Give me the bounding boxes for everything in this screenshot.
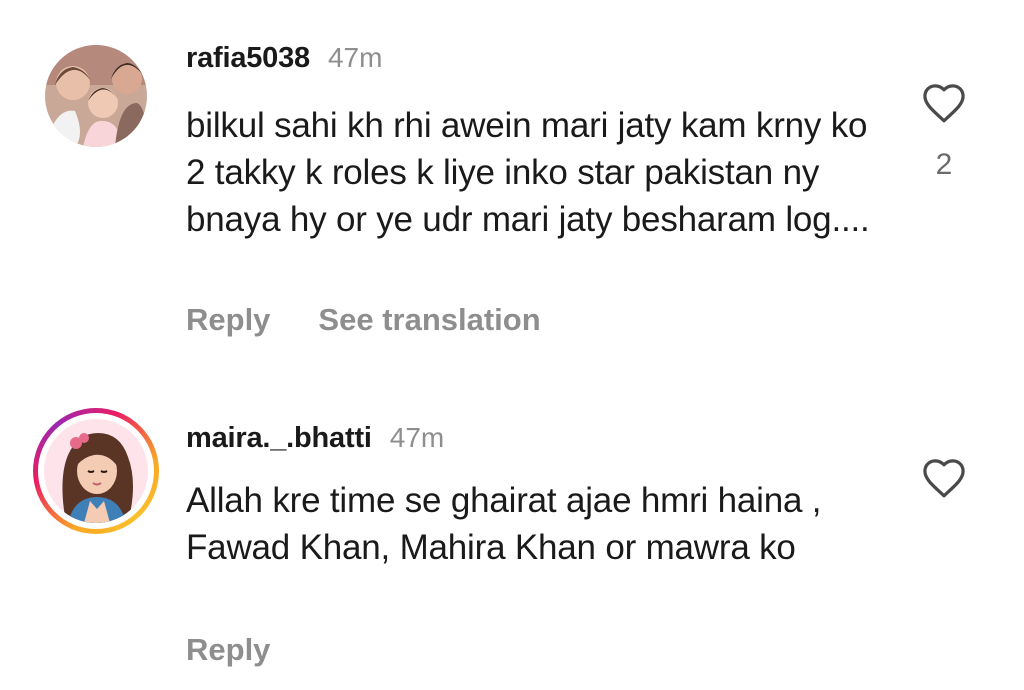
heart-outline-icon[interactable] <box>921 457 967 499</box>
comment-meta: maira._.bhatti 47m <box>186 422 444 455</box>
username[interactable]: rafia5038 <box>186 42 310 75</box>
comment-actions: Reply See translation <box>186 302 541 338</box>
timestamp: 47m <box>389 422 445 453</box>
comment-meta: rafia5038 47m <box>186 42 382 75</box>
heart-outline-icon[interactable] <box>921 82 967 124</box>
like-count: 2 <box>935 148 953 181</box>
reply-button[interactable]: Reply <box>186 632 270 668</box>
reply-button[interactable]: Reply <box>186 302 270 338</box>
comment-item: maira._.bhatti 47m Allah kre time se gha… <box>0 360 1024 690</box>
like-control <box>918 457 970 499</box>
like-control: 2 <box>918 82 970 182</box>
avatar-photo <box>45 45 147 147</box>
comment-text: Allah kre time se ghairat ajae hmri hain… <box>186 481 822 567</box>
username[interactable]: maira._.bhatti <box>186 422 372 455</box>
comment-item: rafia5038 47m bilkul sahi kh rhi awein m… <box>0 0 1024 360</box>
avatar[interactable] <box>45 45 147 147</box>
comment-text: bilkul sahi kh rhi awein mari jaty kam k… <box>186 106 870 239</box>
story-ring[interactable] <box>33 408 159 534</box>
comment-actions: Reply <box>186 632 270 668</box>
see-translation-button[interactable]: See translation <box>318 302 540 338</box>
timestamp: 47m <box>327 42 383 73</box>
avatar[interactable] <box>44 419 148 523</box>
avatar-illustration <box>44 419 148 523</box>
